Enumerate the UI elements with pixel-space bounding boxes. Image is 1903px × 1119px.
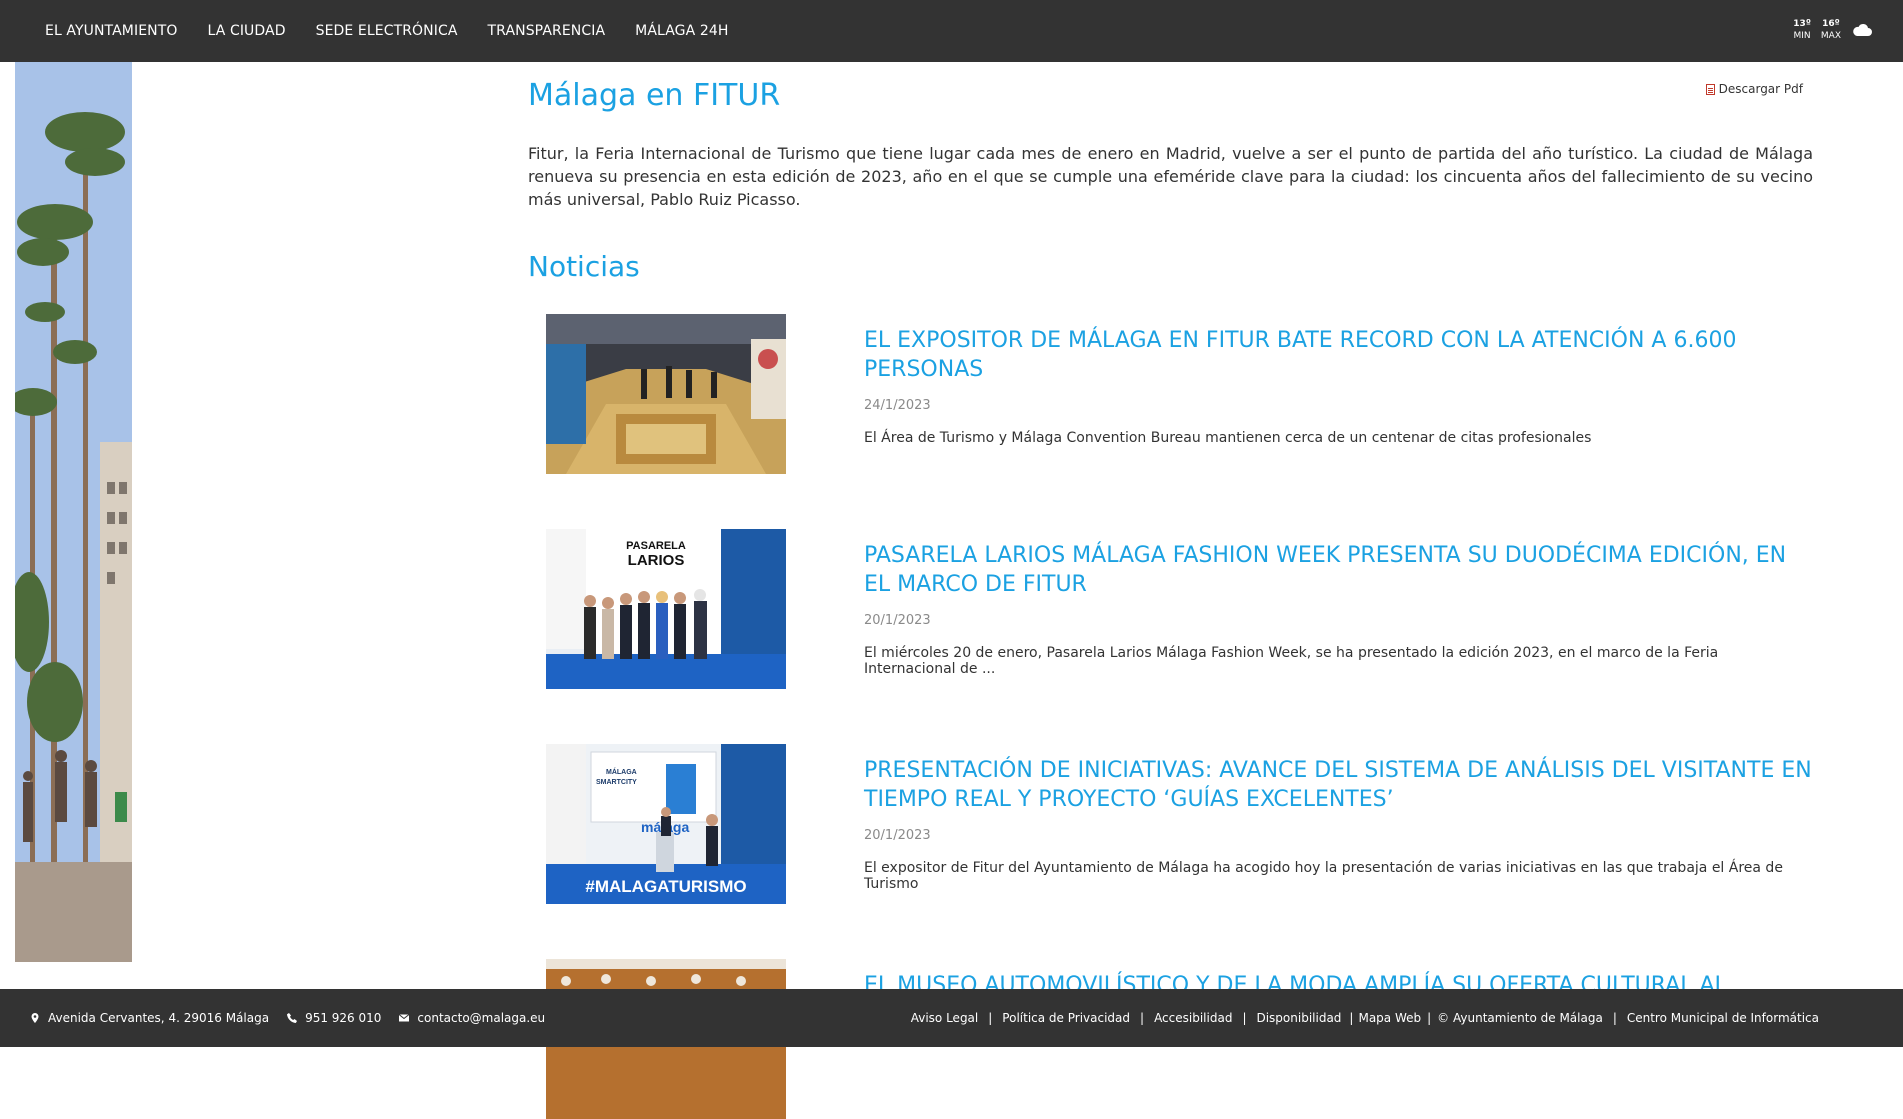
news-date: 20/1/2023: [864, 613, 931, 628]
map-marker-icon: [31, 1013, 39, 1023]
top-navigation-bar: EL AYUNTAMIENTO LA CIUDAD SEDE ELECTRÓNI…: [0, 0, 1903, 62]
phone-icon: [287, 1013, 298, 1023]
news-summary: El Área de Turismo y Málaga Convention B…: [864, 430, 1592, 446]
news-thumbnail-fitur-stand[interactable]: [546, 314, 786, 474]
download-pdf-label: Descargar Pdf: [1718, 82, 1803, 96]
news-headline[interactable]: PASARELA LARIOS MÁLAGA FASHION WEEK PRES…: [864, 529, 1814, 599]
street-photo-illustration: [15, 62, 132, 962]
temperature-min-value: 13º: [1793, 19, 1811, 29]
download-pdf-link[interactable]: Descargar Pdf: [1705, 82, 1803, 96]
footer-separator: |: [1349, 1011, 1354, 1025]
news-section-title: Noticias: [528, 250, 640, 283]
intro-paragraph: Fitur, la Feria Internacional de Turismo…: [528, 144, 1813, 209]
main-nav: EL AYUNTAMIENTO LA CIUDAD SEDE ELECTRÓNI…: [30, 0, 743, 62]
page-title: Málaga en FITUR: [528, 78, 781, 113]
nav-item-sede-electronica[interactable]: SEDE ELECTRÓNICA: [316, 23, 458, 39]
news-body: PASARELA LARIOS MÁLAGA FASHION WEEK PRES…: [864, 529, 1814, 677]
pasarela-larios-photo: PASARELA LARIOS: [546, 529, 786, 689]
footer-separator: |: [1140, 1011, 1145, 1025]
news-body: EL EXPOSITOR DE MÁLAGA EN FITUR BATE REC…: [864, 314, 1814, 446]
temperature-max-value: 16º: [1822, 19, 1840, 29]
envelope-icon: [399, 1014, 410, 1022]
footer-separator: |: [1242, 1011, 1247, 1025]
footer-link-mapa-web[interactable]: Mapa Web: [1358, 1011, 1421, 1025]
news-summary: El miércoles 20 de enero, Pasarela Lario…: [864, 645, 1719, 677]
thumb-text-larios: LARIOS: [628, 552, 685, 569]
footer-email-text: contacto@malaga.eu: [417, 1011, 546, 1025]
news-headline[interactable]: PRESENTACIÓN DE INICIATIVAS: AVANCE DEL …: [864, 744, 1814, 814]
thumb-text-pasarela: PASARELA: [626, 540, 686, 552]
pdf-file-icon: [1705, 83, 1715, 95]
news-date: 24/1/2023: [864, 398, 931, 413]
footer-link-privacidad[interactable]: Política de Privacidad: [1002, 1011, 1130, 1025]
footer-address: Avenida Cervantes, 4. 29016 Málaga: [30, 1011, 269, 1025]
footer-separator: |: [988, 1011, 993, 1025]
news-date: 20/1/2023: [864, 828, 931, 843]
footer-separator: |: [1427, 1011, 1432, 1025]
temperature-max-label: MAX: [1820, 31, 1841, 41]
nav-item-la-ciudad[interactable]: LA CIUDAD: [208, 23, 286, 39]
footer-links: Aviso Legal | Política de Privacidad | A…: [911, 989, 1819, 1047]
nav-item-ayuntamiento[interactable]: EL AYUNTAMIENTO: [45, 23, 178, 39]
thumb-text-malagaturismo: #MALAGATURISMO: [585, 877, 746, 896]
footer-link-disponibilidad[interactable]: Disponibilidad: [1256, 1011, 1341, 1025]
footer-link-centro-informatica[interactable]: Centro Municipal de Informática: [1627, 1011, 1819, 1025]
thumb-text-malaga: MÁLAGA: [606, 767, 637, 776]
news-body: PRESENTACIÓN DE INICIATIVAS: AVANCE DEL …: [864, 744, 1814, 892]
footer-link-aviso-legal[interactable]: Aviso Legal: [911, 1011, 979, 1025]
footer-link-accesibilidad[interactable]: Accesibilidad: [1154, 1011, 1232, 1025]
footer-email[interactable]: contacto@malaga.eu: [399, 1011, 545, 1025]
footer-contact: Avenida Cervantes, 4. 29016 Málaga 951 9…: [30, 989, 545, 1047]
temperature-max: 16º MAX: [1821, 18, 1841, 42]
cloud-icon: [1853, 23, 1872, 36]
fitur-stand-photo: [546, 314, 786, 474]
nav-item-malaga-24h[interactable]: MÁLAGA 24H: [635, 23, 728, 39]
temperature-min: 13º MIN: [1793, 18, 1811, 42]
presentacion-iniciativas-photo: MÁLAGA SMARTCITY málaga #MALAGATURISMO: [546, 744, 786, 904]
news-thumbnail-pasarela-larios[interactable]: PASARELA LARIOS: [546, 529, 786, 689]
thumb-text-smartcity: SMARTCITY: [596, 779, 637, 786]
street-palm-trees-photo: [15, 62, 132, 962]
temperature-min-label: MIN: [1793, 31, 1811, 41]
news-headline[interactable]: EL EXPOSITOR DE MÁLAGA EN FITUR BATE REC…: [864, 314, 1814, 384]
footer-phone-text: 951 926 010: [305, 1011, 382, 1025]
footer-address-text: Avenida Cervantes, 4. 29016 Málaga: [48, 1011, 270, 1025]
nav-item-transparencia[interactable]: TRANSPARENCIA: [488, 23, 606, 39]
site-footer: Avenida Cervantes, 4. 29016 Málaga 951 9…: [0, 989, 1903, 1047]
news-summary: El expositor de Fitur del Ayuntamiento d…: [864, 860, 1783, 892]
footer-separator: |: [1612, 1011, 1617, 1025]
news-thumbnail-presentacion-iniciativas[interactable]: MÁLAGA SMARTCITY málaga #MALAGATURISMO: [546, 744, 786, 904]
footer-link-copyright[interactable]: © Ayuntamiento de Málaga: [1437, 1011, 1603, 1025]
weather-widget[interactable]: 13º MIN 16º MAX: [1793, 18, 1873, 42]
footer-phone[interactable]: 951 926 010: [287, 1011, 381, 1025]
